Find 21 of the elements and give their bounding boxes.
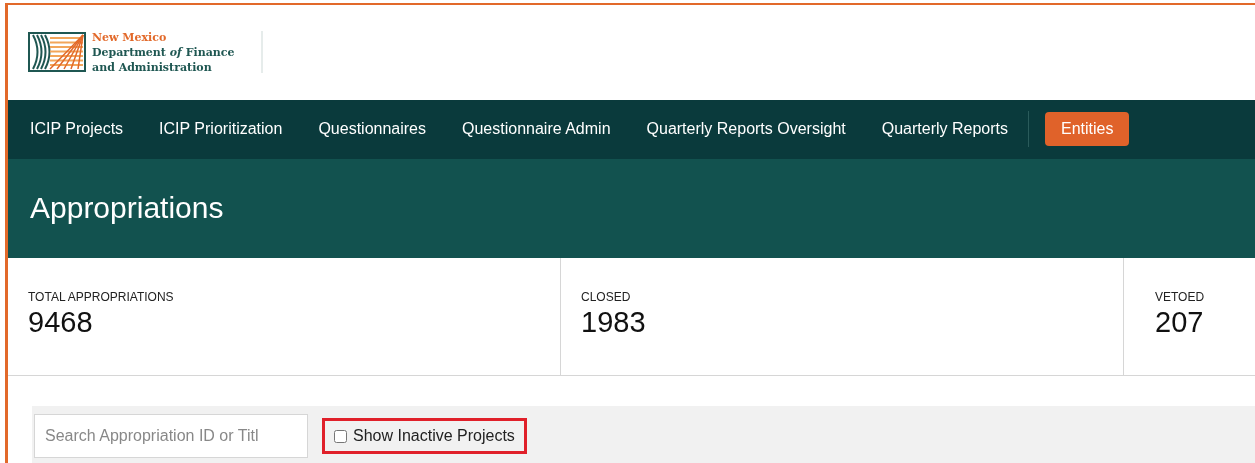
page-title: Appropriations — [30, 191, 224, 226]
nav-link[interactable]: Quarterly Reports — [881, 120, 1008, 139]
stat-label: CLOSED — [581, 290, 632, 305]
logo-text: New Mexico — [92, 29, 168, 45]
stat-label: TOTAL APPROPRIATIONS — [28, 290, 175, 305]
stat-value: 9468 — [28, 306, 94, 340]
search-field[interactable]: Search Appropriation ID or Titl — [34, 414, 308, 458]
nav-link[interactable]: Quarterly Reports Oversight — [646, 120, 846, 139]
nav-link[interactable]: ICIP Projects — [30, 120, 124, 139]
logo-text: Department of Finance — [92, 44, 235, 60]
nav-button[interactable]: Entities — [1045, 112, 1130, 147]
logo-icon — [28, 32, 86, 73]
nav-link[interactable]: ICIP Prioritization — [159, 120, 283, 139]
nav-link[interactable]: Questionnaires — [318, 120, 426, 139]
checkbox-label: Show Inactive Projects — [353, 427, 515, 445]
checkbox[interactable] — [334, 429, 347, 443]
stat-label: VETOED — [1155, 290, 1206, 305]
stat-value: 207 — [1155, 306, 1205, 340]
logo-text: and Administration — [92, 59, 213, 75]
stat-value: 1983 — [581, 306, 647, 340]
nav-link[interactable]: Questionnaire Admin — [462, 120, 611, 139]
